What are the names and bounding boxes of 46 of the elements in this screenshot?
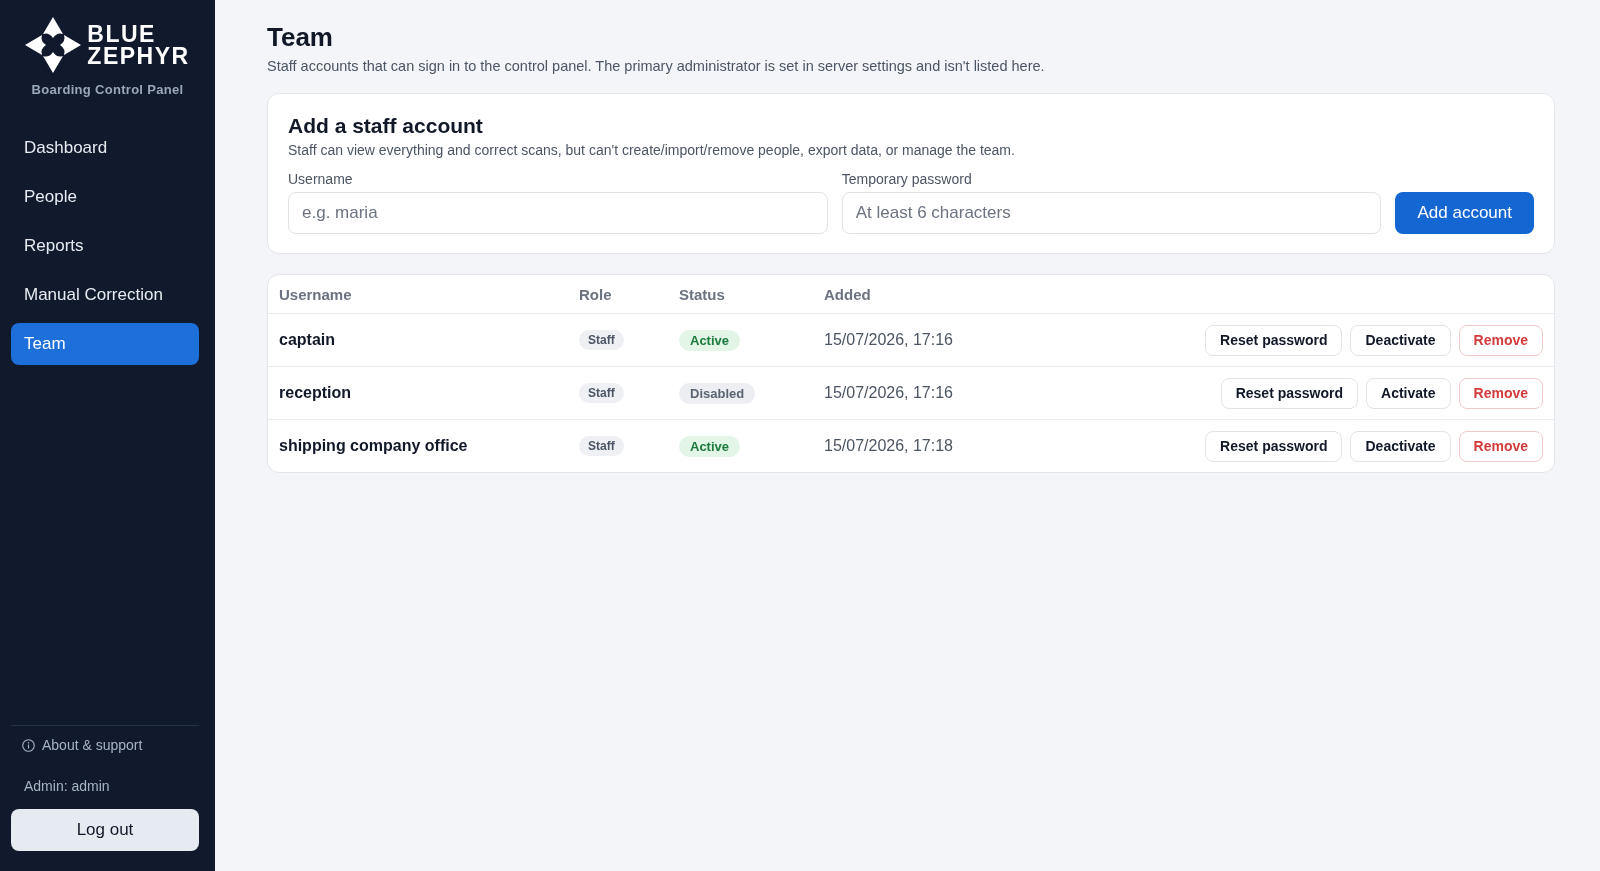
column-header: Role [579,285,612,303]
status-badge: Active [679,435,741,457]
page-title: Team [267,22,334,52]
field-label: Temporary password [841,171,972,187]
remove-button[interactable]: Remove [1458,324,1543,356]
logout-button[interactable]: Log out [11,809,199,851]
date-cell: 15/07/2026, 17:16 [824,384,953,402]
add-account-button[interactable]: Add account [1395,192,1534,234]
action-button[interactable]: Activate [1366,377,1451,409]
role-badge: Staff [579,436,624,456]
column-header: Status [679,285,725,303]
status-badge: Active [679,329,741,351]
status-badge: Disabled [679,382,756,404]
column-header: Username [279,285,352,303]
brand-wordmark: BLUE ZEPHYR [87,23,190,67]
role-badge: Staff [579,383,624,403]
brand-subtitle: Boarding Control Panel [31,82,184,98]
username-cell: shipping company office [279,437,468,455]
username-cell: reception [279,384,351,402]
remove-button[interactable]: Remove [1458,377,1543,409]
column-header: Added [824,285,871,303]
password-input[interactable]: At least 6 characters [841,192,1382,234]
date-cell: 15/07/2026, 17:16 [824,331,953,349]
info-icon [22,738,35,752]
action-button[interactable]: Deactivate [1350,324,1451,356]
nav-item[interactable]: Team [11,323,199,365]
nav-item[interactable]: Reports [11,225,199,267]
action-button[interactable]: Deactivate [1350,430,1451,462]
username-cell: captain [279,331,335,349]
action-button[interactable]: Reset password [1205,324,1343,356]
remove-button[interactable]: Remove [1458,430,1543,462]
nav-item[interactable]: People [11,176,199,218]
page-description: Staff accounts that can sign in to the control panel. The primary administrator is set in server settings and isn't listed here. [267,57,1046,75]
role-badge: Staff [579,330,624,350]
action-button[interactable]: Reset password [1220,377,1359,409]
username-input[interactable]: e.g. maria [288,192,828,234]
field-label: Username [288,171,353,187]
about-link[interactable]: About & support [42,737,143,753]
date-cell: 15/07/2026, 17:18 [824,437,953,455]
card-description: Staff can view everything and correct scans, but can't create/import/remove people, export data, or manage the team. [288,142,1016,159]
nav-item[interactable]: Manual Correction [11,274,199,316]
signed-in-user: Admin: admin [23,778,110,794]
compass-logo-icon [25,17,82,73]
card-title: Add a staff account [288,114,484,138]
action-button[interactable]: Reset password [1205,430,1343,462]
nav-item[interactable]: Dashboard [11,127,199,169]
